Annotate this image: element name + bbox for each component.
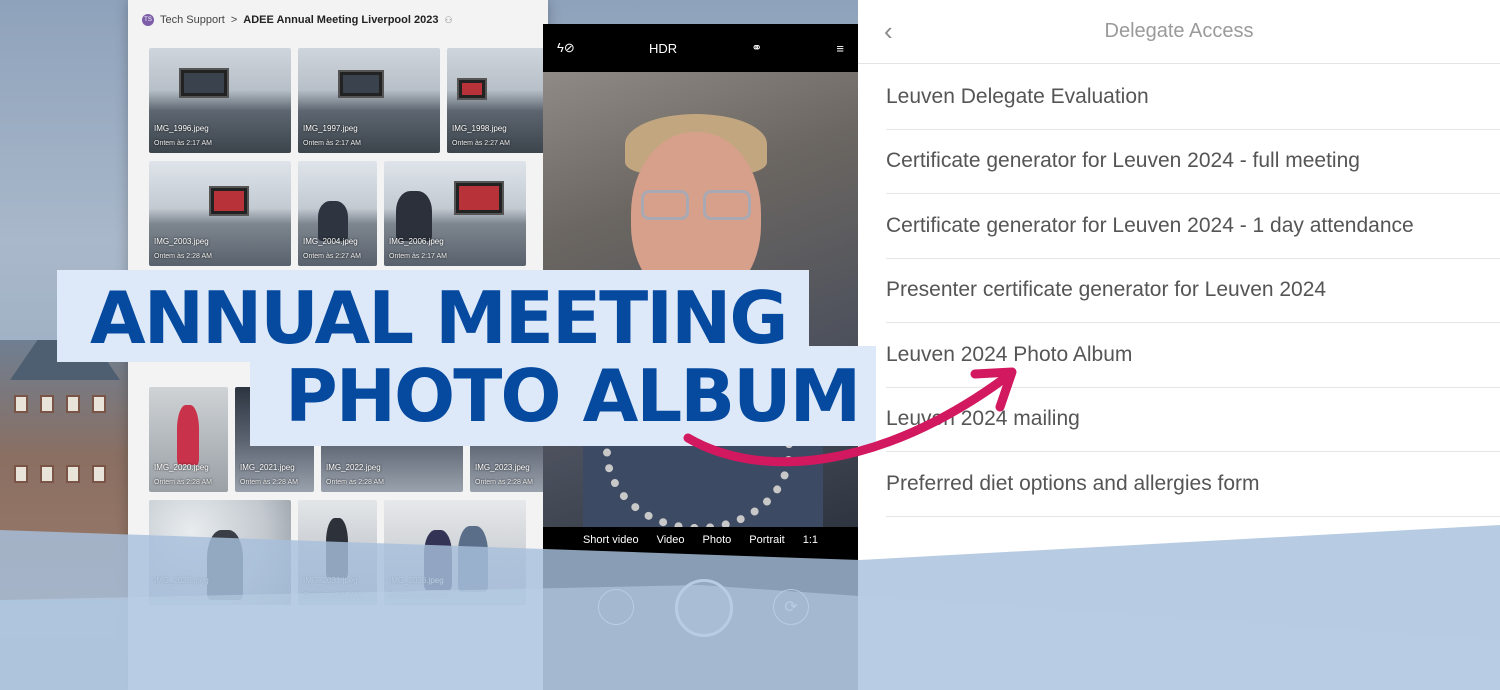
photo-filename: IMG_2020.jpeg bbox=[154, 463, 209, 472]
list-item-delegate-evaluation[interactable]: Leuven Delegate Evaluation bbox=[886, 65, 1500, 130]
delegate-header: ‹ Delegate Access bbox=[858, 0, 1500, 64]
breadcrumb-root[interactable]: Tech Support bbox=[160, 14, 225, 26]
mode-video[interactable]: Video bbox=[657, 534, 685, 546]
building-window bbox=[92, 465, 106, 483]
building-window bbox=[40, 395, 54, 413]
chevron-left-icon[interactable]: ‹ bbox=[884, 16, 893, 47]
breadcrumb: TS Tech Support > ADEE Annual Meeting Li… bbox=[142, 14, 453, 26]
photo-filename: IMG_2031.jpeg bbox=[303, 576, 358, 585]
building-window bbox=[14, 395, 28, 413]
photo-filename: IMG_2023.jpeg bbox=[475, 463, 530, 472]
switch-camera-icon[interactable]: ⟳ bbox=[773, 589, 809, 625]
list-item-mailing[interactable]: Leuven 2024 mailing bbox=[886, 388, 1500, 452]
headline-line-1: ANNUAL MEETING bbox=[90, 276, 788, 360]
camera-toolbar: ϟ⊘ HDR ⚭ ≡ bbox=[543, 24, 858, 72]
flash-off-icon[interactable]: ϟ⊘ bbox=[557, 40, 575, 56]
building-window bbox=[14, 465, 28, 483]
photo-filename: IMG_1998.jpeg bbox=[452, 124, 507, 133]
photo-thumbnail[interactable]: IMG_2028.jpeg bbox=[149, 500, 291, 605]
delegate-access-panel: ‹ Delegate Access Leuven Delegate Evalua… bbox=[858, 0, 1500, 690]
mode-photo[interactable]: Photo bbox=[703, 534, 732, 546]
list-item-photo-album[interactable]: Leuven 2024 Photo Album bbox=[886, 323, 1500, 388]
delegate-link-list: Leuven Delegate Evaluation Certificate g… bbox=[886, 65, 1500, 517]
menu-icon[interactable]: ≡ bbox=[836, 41, 844, 56]
photo-thumbnail[interactable]: IMG_1997.jpeg Ontem às 2:17 AM bbox=[298, 48, 440, 153]
list-item-certificate-full-meeting[interactable]: Certificate generator for Leuven 2024 - … bbox=[886, 130, 1500, 194]
list-item-diet-form[interactable]: Preferred diet options and allergies for… bbox=[886, 452, 1500, 517]
photo-filename: IMG_2021.jpeg bbox=[240, 463, 295, 472]
photo-filename: IMG_1996.jpeg bbox=[154, 124, 209, 133]
photo-thumbnail[interactable]: IMG_2006.jpeg Ontem às 2:17 AM bbox=[384, 161, 526, 266]
photo-thumbnail[interactable]: IMG_2031.jpeg Ontem às 2:17 AM bbox=[298, 500, 377, 605]
photo-thumbnail[interactable]: IMG_2003.jpeg Ontem às 2:28 AM bbox=[149, 161, 291, 266]
photo-filename: IMG_2004.jpeg bbox=[303, 237, 358, 246]
photo-date: Ontem às 2:28 AM bbox=[389, 592, 447, 599]
photo-filename: IMG_2036.jpeg bbox=[389, 576, 444, 585]
photo-date: Ontem às 2:28 AM bbox=[154, 253, 212, 260]
photo-date: Ontem às 2:28 AM bbox=[154, 479, 212, 486]
share-icon[interactable]: ⚇ bbox=[444, 15, 452, 26]
folder-avatar-icon: TS bbox=[142, 14, 154, 26]
photo-date: Ontem às 2:17 AM bbox=[303, 140, 361, 147]
photo-date: Ontem às 2:27 AM bbox=[303, 253, 361, 260]
photo-thumbnail[interactable]: IMG_2004.jpeg Ontem às 2:27 AM bbox=[298, 161, 377, 266]
photo-filename: IMG_2022.jpeg bbox=[326, 463, 381, 472]
photo-date: Ontem às 2:17 AM bbox=[303, 592, 361, 599]
photo-filename: IMG_2003.jpeg bbox=[154, 237, 209, 246]
headline-line-2: PHOTO ALBUM bbox=[285, 354, 861, 438]
gallery-thumbnail-button[interactable] bbox=[598, 589, 634, 625]
building-window bbox=[66, 395, 80, 413]
mode-portrait[interactable]: Portrait bbox=[749, 534, 784, 546]
hdr-toggle[interactable]: HDR bbox=[649, 41, 677, 56]
filters-icon[interactable]: ⚭ bbox=[751, 40, 762, 56]
photo-thumbnail[interactable]: IMG_1996.jpeg Ontem às 2:17 AM bbox=[149, 48, 291, 153]
mode-square[interactable]: 1:1 bbox=[803, 534, 818, 546]
shutter-button[interactable] bbox=[675, 579, 733, 637]
camera-mode-selector: Short video Video Photo Portrait 1:1 bbox=[543, 534, 858, 546]
list-item-certificate-1-day[interactable]: Certificate generator for Leuven 2024 - … bbox=[886, 194, 1500, 259]
mode-short-video[interactable]: Short video bbox=[583, 534, 639, 546]
photo-date: Ontem às 2:27 AM bbox=[452, 140, 510, 147]
building-window bbox=[92, 395, 106, 413]
photo-date: Ontem às 2:17 AM bbox=[154, 140, 212, 147]
photo-filename: IMG_1997.jpeg bbox=[303, 124, 358, 133]
building-window bbox=[66, 465, 80, 483]
photo-thumbnail[interactable]: IMG_2036.jpeg Ontem às 2:28 AM bbox=[384, 500, 526, 605]
breadcrumb-current[interactable]: ADEE Annual Meeting Liverpool 2023 bbox=[243, 14, 438, 26]
photo-date: Ontem às 2:28 AM bbox=[240, 479, 298, 486]
page-title: Delegate Access bbox=[1104, 20, 1254, 42]
photo-date: Ontem às 2:28 AM bbox=[475, 479, 533, 486]
photo-filename: IMG_2028.jpeg bbox=[154, 576, 209, 585]
list-item-presenter-certificate[interactable]: Presenter certificate generator for Leuv… bbox=[886, 259, 1500, 323]
photo-thumbnail[interactable]: IMG_1998.jpeg Ontem às 2:27 AM bbox=[447, 48, 547, 153]
breadcrumb-separator-icon: > bbox=[230, 14, 238, 26]
photo-date: Ontem às 2:17 AM bbox=[389, 253, 447, 260]
building-window bbox=[40, 465, 54, 483]
photo-filename: IMG_2006.jpeg bbox=[389, 237, 444, 246]
subject-glasses bbox=[641, 190, 753, 220]
photo-thumbnail[interactable]: IMG_2020.jpeg Ontem às 2:28 AM bbox=[149, 387, 228, 492]
photo-date: Ontem às 2:28 AM bbox=[326, 479, 384, 486]
